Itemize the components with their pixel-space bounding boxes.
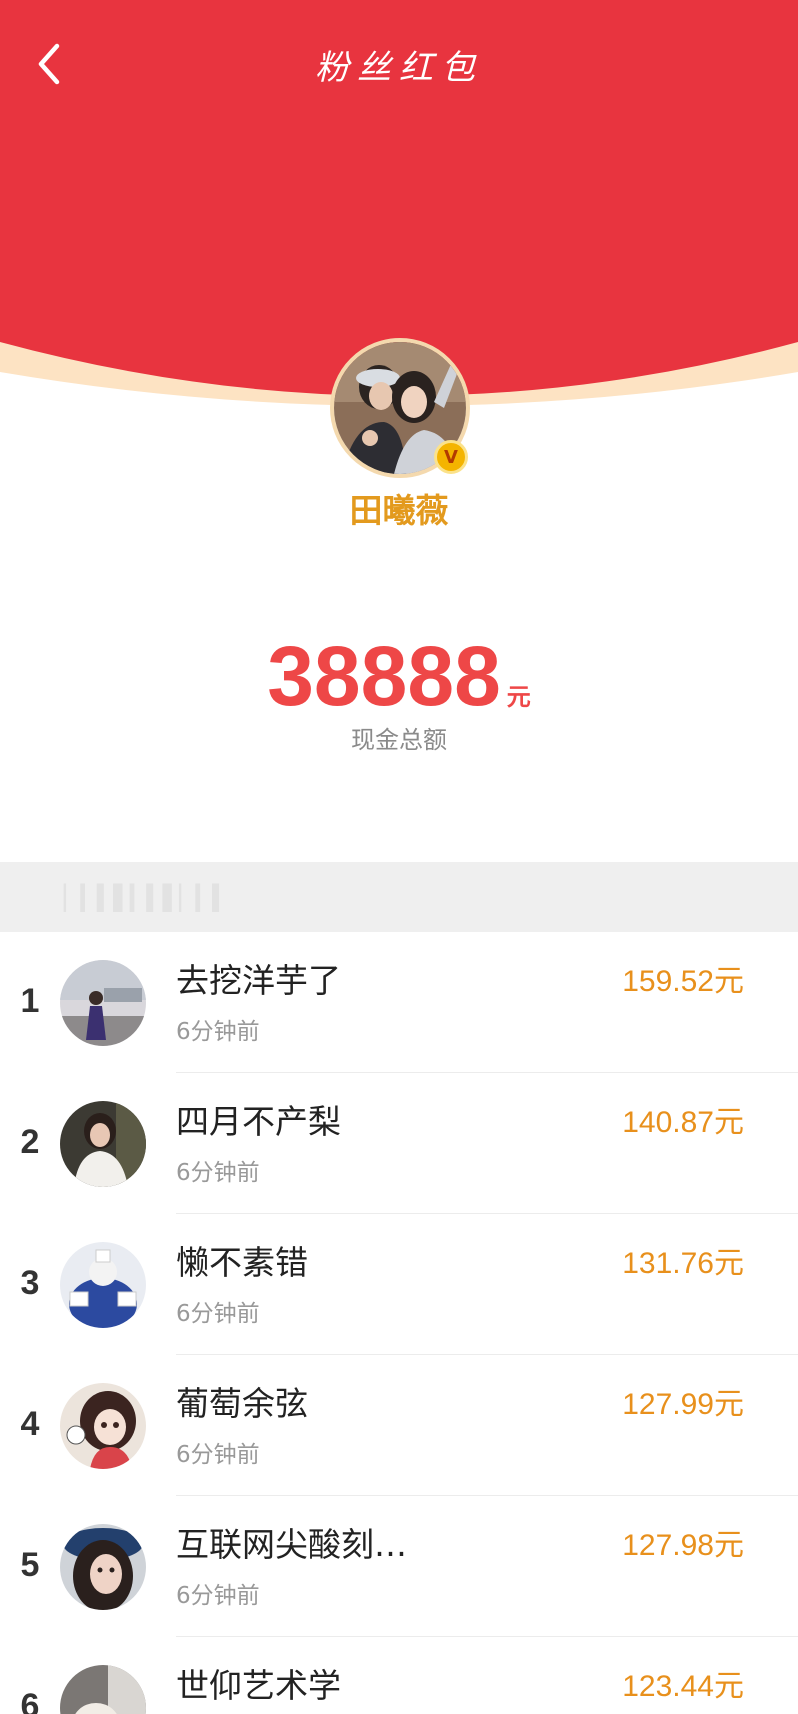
list-item-time: 6分钟前: [176, 1019, 260, 1045]
total-amount-unit: 元: [506, 683, 531, 711]
list-item-avatar[interactable]: [60, 1242, 146, 1328]
list-item-rank: 5: [20, 1546, 40, 1584]
red-packet-page: 粉丝红包 V 田曦薇 38888 元 现金总额 ▏▎▍▌▎▍▌▏▎▍ 1 去挖洋…: [0, 0, 798, 1714]
list-item-rank: 3: [20, 1264, 40, 1302]
list-item-name: 懒不素错: [176, 1243, 308, 1282]
list-item-amount: 127.99元: [622, 1388, 744, 1421]
avatar-photo: [60, 1665, 146, 1714]
list-item-name: 去挖洋芋了: [176, 961, 341, 1000]
list-item-amount: 140.87元: [622, 1106, 744, 1139]
list-item-amount: 131.76元: [622, 1247, 744, 1280]
avatar-photo: [60, 1524, 146, 1610]
list-item[interactable]: 6 世仰艺术学 123.44元: [0, 1637, 798, 1714]
list-item-rank: 4: [20, 1405, 40, 1443]
list-item[interactable]: 5 互联网尖酸刻… 6分钟前 127.98元: [0, 1496, 798, 1637]
list-item-amount: 123.44元: [622, 1670, 744, 1703]
avatar-photo: [60, 960, 146, 1046]
list-item-rank: 1: [20, 982, 40, 1020]
list-item-avatar[interactable]: [60, 1524, 146, 1610]
list-item-rank: 6: [20, 1687, 40, 1714]
list-item-name: 世仰艺术学: [176, 1666, 341, 1705]
list-item[interactable]: 4 葡萄余弦 6分钟前 127.99元: [0, 1355, 798, 1496]
list-item-avatar[interactable]: [60, 1101, 146, 1187]
list-item-time: 6分钟前: [176, 1583, 260, 1609]
list-item-avatar[interactable]: [60, 1665, 146, 1714]
list-item-rank: 2: [20, 1123, 40, 1161]
list-item-time: 6分钟前: [176, 1160, 260, 1186]
list-item-amount: 127.98元: [622, 1529, 744, 1562]
host-name: 田曦薇: [349, 491, 449, 530]
list-item[interactable]: 2 四月不产梨 6分钟前 140.87元: [0, 1073, 798, 1214]
list-item-time: 6分钟前: [176, 1442, 260, 1468]
list-item[interactable]: 1 去挖洋芋了 6分钟前 159.52元: [0, 932, 798, 1073]
page-title: 粉丝红包: [315, 48, 483, 88]
list-item-avatar[interactable]: [60, 1383, 146, 1469]
list-item-amount: 159.52元: [622, 965, 744, 998]
section-header-placeholder: ▏▎▍▌▎▍▌▏▎▍: [64, 884, 231, 912]
list-section-header: ▏▎▍▌▎▍▌▏▎▍: [0, 862, 798, 932]
recipient-list: 1 去挖洋芋了 6分钟前 159.52元 2 四月不产梨 6分钟前 140.87…: [0, 932, 798, 1714]
total-amount-value: 38888: [267, 629, 501, 723]
total-amount-label: 现金总额: [351, 726, 447, 754]
verified-badge-icon: V: [434, 440, 468, 474]
total-amount: 38888 元: [0, 628, 798, 724]
list-item-name: 葡萄余弦: [176, 1384, 308, 1423]
avatar-photo: [60, 1242, 146, 1328]
list-item-name: 互联网尖酸刻…: [176, 1525, 407, 1564]
avatar-photo: [60, 1383, 146, 1469]
list-item-name: 四月不产梨: [176, 1102, 341, 1141]
avatar-photo: [60, 1101, 146, 1187]
list-item[interactable]: 3 懒不素错 6分钟前 131.76元: [0, 1214, 798, 1355]
list-item-time: 6分钟前: [176, 1301, 260, 1327]
list-item-avatar[interactable]: [60, 960, 146, 1046]
